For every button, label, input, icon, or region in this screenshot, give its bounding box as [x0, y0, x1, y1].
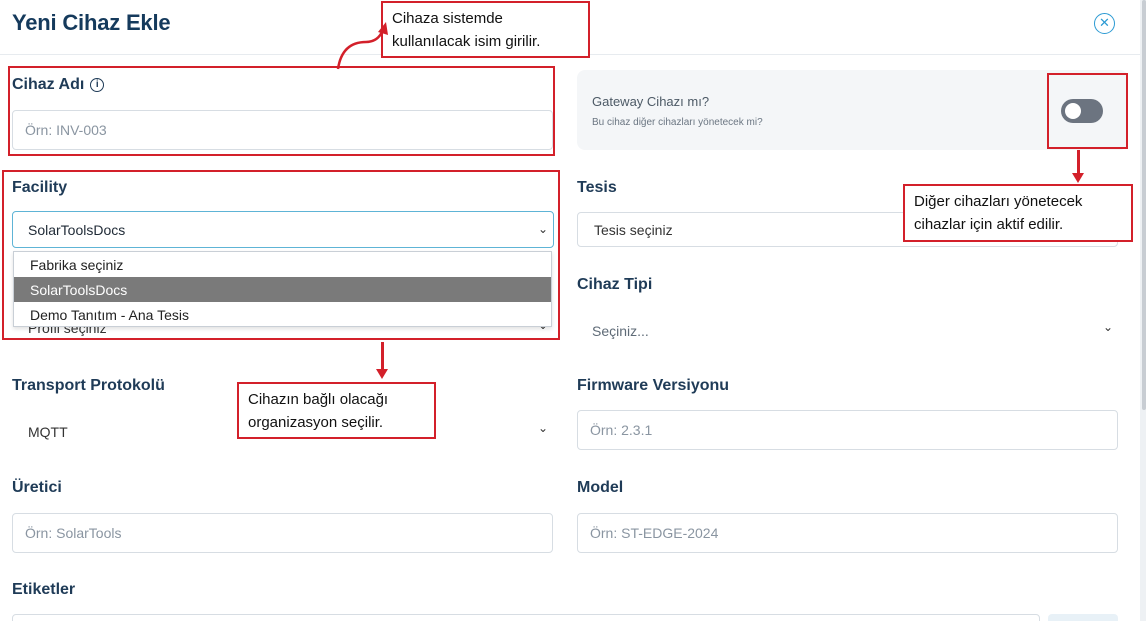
gateway-subtitle: Bu cihaz diğer cihazları yönetecek mi? — [592, 117, 763, 128]
arrow-head-icon — [1072, 173, 1084, 183]
scrollbar-thumb[interactable] — [1142, 0, 1146, 410]
uretici-label: Üretici — [12, 479, 62, 496]
close-icon[interactable]: ✕ — [1094, 13, 1115, 34]
annotation-box-name — [8, 66, 555, 156]
tesis-select-value: Tesis seçiniz — [594, 221, 673, 238]
annotation-facility-note: Cihazın bağlı olacağı organizasyon seçil… — [237, 382, 436, 439]
tesis-label: Tesis — [577, 179, 617, 196]
firmware-input[interactable]: Örn: 2.3.1 — [577, 410, 1118, 450]
arrow-down-icon — [1077, 150, 1080, 174]
arrow-head-icon — [376, 369, 388, 379]
firmware-label: Firmware Versiyonu — [577, 377, 730, 394]
add-tag-button[interactable] — [1048, 614, 1118, 621]
annotation-box-facility — [2, 170, 560, 340]
etiketler-label: Etiketler — [12, 581, 76, 598]
etiketler-input[interactable] — [12, 614, 1040, 621]
annotation-box-toggle — [1047, 73, 1128, 149]
transport-select[interactable]: MQTT — [28, 422, 68, 442]
uretici-input[interactable]: Örn: SolarTools — [12, 513, 553, 553]
arrow-down-icon — [381, 342, 384, 370]
curved-arrow-icon — [336, 22, 388, 70]
annotation-gateway-note: Diğer cihazları yönetecek cihazlar için … — [903, 184, 1133, 242]
model-label: Model — [577, 479, 624, 496]
gateway-panel — [577, 70, 1128, 150]
cihaz-tipi-label: Cihaz Tipi — [577, 276, 653, 293]
chevron-down-icon[interactable]: ⌄ — [538, 421, 548, 435]
model-input[interactable]: Örn: ST-EDGE-2024 — [577, 513, 1118, 553]
gateway-title: Gateway Cihazı mı? — [592, 94, 710, 109]
transport-label: Transport Protokolü — [12, 377, 165, 394]
page-title: Yeni Cihaz Ekle — [12, 10, 171, 35]
cihaz-tipi-select[interactable]: Seçiniz... — [592, 321, 649, 341]
annotation-name-note: Cihaza sistemde kullanılacak isim girili… — [381, 1, 590, 58]
chevron-down-icon[interactable]: ⌄ — [1103, 320, 1113, 334]
